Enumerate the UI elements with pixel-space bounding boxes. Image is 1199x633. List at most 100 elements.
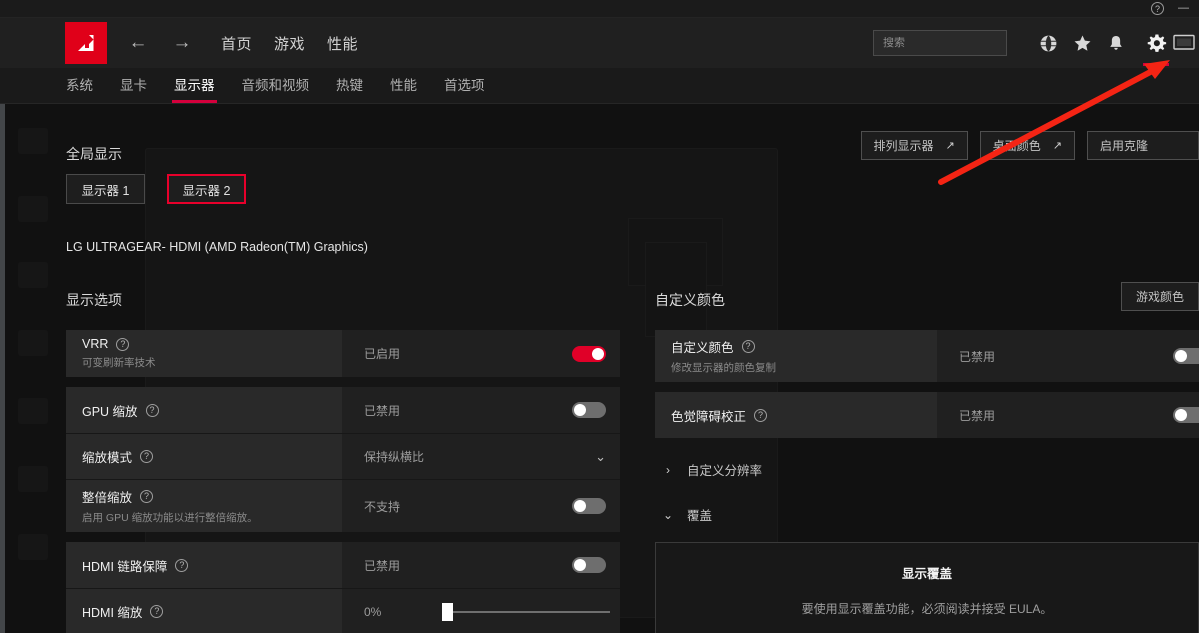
hdmi-card: HDMI 链路保障 ? 已禁用 HDMI 缩放 ?	[66, 542, 620, 633]
tab-graphics[interactable]: 显卡	[120, 74, 147, 103]
monitor-selector: 显示器 1 显示器 2	[66, 174, 246, 204]
external-link-icon: ↗	[1053, 139, 1062, 152]
row-hdmi-link-assurance-label-cell: HDMI 链路保障 ?	[66, 542, 342, 588]
help-circle-icon[interactable]: ?	[140, 490, 153, 503]
search-input[interactable]	[883, 37, 1025, 49]
row-vrr-toggle[interactable]	[572, 346, 606, 362]
bell-icon[interactable]	[1099, 19, 1133, 67]
row-gpu-scaling-value: 已禁用	[364, 402, 400, 419]
custom-colors-title: 自定义颜色	[655, 290, 1199, 310]
device-name-label: LG ULTRAGEAR- HDMI (AMD Radeon(TM) Graph…	[66, 240, 368, 254]
row-color-deficiency-toggle[interactable]	[1173, 407, 1199, 423]
help-circle-icon[interactable]: ?	[175, 559, 188, 572]
row-hdmi-scaling-label: HDMI 缩放	[82, 602, 142, 621]
row-hdmi-link-assurance[interactable]: HDMI 链路保障 ? 已禁用	[66, 542, 620, 588]
enable-clone-button[interactable]: 启用克隆	[1087, 131, 1199, 160]
help-circle-icon[interactable]: ?	[150, 605, 163, 618]
display-icon[interactable]	[1173, 19, 1199, 67]
row-integer-scaling-label: 整倍缩放	[82, 487, 132, 506]
monitor-button-1[interactable]: 显示器 1	[66, 174, 145, 204]
accordion-custom-resolution-label: 自定义分辨率	[687, 460, 762, 479]
row-color-deficiency[interactable]: 色觉障碍校正 ? 已禁用	[655, 392, 1199, 438]
row-scaling-mode-value-cell[interactable]: 保持纵横比 ⌄	[342, 434, 620, 479]
row-hdmi-link-assurance-toggle[interactable]	[572, 557, 606, 573]
row-color-deficiency-label: 色觉障碍校正	[671, 406, 746, 425]
row-custom-color[interactable]: 自定义颜色 ? 修改显示器的颜色复制 已禁用	[655, 330, 1199, 382]
row-gpu-scaling-toggle[interactable]	[572, 402, 606, 418]
row-hdmi-link-assurance-label: HDMI 链路保障	[82, 556, 167, 575]
window-titlebar: ? —	[0, 0, 1199, 18]
help-circle-icon[interactable]: ?	[754, 409, 767, 422]
sub-tab-bar: 系统 显卡 显示器 音频和视频 热键 性能 首选项	[0, 68, 1199, 104]
accordion-custom-resolution[interactable]: › 自定义分辨率	[663, 460, 1199, 479]
row-scaling-mode-label-cell: 缩放模式 ?	[66, 434, 342, 479]
display-options-title: 显示选项	[66, 290, 620, 310]
forward-button[interactable]: →	[165, 26, 199, 60]
accordion-overlay-label: 覆盖	[687, 505, 712, 524]
row-hdmi-link-assurance-value-cell: 已禁用	[342, 542, 620, 588]
display-overlay-panel: 显示覆盖 要使用显示覆盖功能，必须阅读并接受 EULA。	[655, 542, 1199, 633]
custom-color-card: 自定义颜色 ? 修改显示器的颜色复制 已禁用	[655, 330, 1199, 382]
arrange-displays-label: 排列显示器	[874, 137, 934, 154]
tab-preferences[interactable]: 首选项	[444, 74, 485, 103]
star-icon[interactable]	[1065, 19, 1099, 67]
hdmi-scaling-slider[interactable]	[442, 605, 610, 619]
row-hdmi-scaling-value: 0%	[364, 605, 381, 619]
chevron-down-icon[interactable]: ⌄	[595, 449, 606, 465]
color-deficiency-card: 色觉障碍校正 ? 已禁用	[655, 392, 1199, 438]
row-gpu-scaling-label-cell: GPU 缩放 ?	[66, 387, 342, 433]
tab-system[interactable]: 系统	[66, 74, 93, 103]
row-integer-scaling-toggle[interactable]	[572, 498, 606, 514]
row-integer-scaling-sublabel: 启用 GPU 缩放功能以进行整倍缩放。	[82, 510, 342, 525]
row-scaling-mode[interactable]: 缩放模式 ? 保持纵横比 ⌄	[66, 433, 620, 479]
game-color-button[interactable]: 游戏颜色	[1121, 282, 1199, 311]
desktop-color-button[interactable]: 桌面颜色 ↗	[980, 131, 1075, 160]
row-custom-color-toggle[interactable]	[1173, 348, 1199, 364]
row-color-deficiency-value-cell: 已禁用	[937, 392, 1199, 438]
display-options-column: 显示选项 VRR ? 可变刷新率技术 已启用	[66, 290, 620, 633]
overlay-panel-title: 显示覆盖	[656, 563, 1198, 582]
arrange-displays-button[interactable]: 排列显示器 ↗	[861, 131, 968, 160]
page-title: 全局显示	[66, 144, 122, 164]
row-color-deficiency-value: 已禁用	[959, 407, 995, 424]
global-action-buttons: 排列显示器 ↗ 桌面颜色 ↗ 启用克隆	[861, 131, 1199, 160]
tab-hotkeys[interactable]: 热键	[336, 74, 363, 103]
help-circle-icon[interactable]: ?	[742, 340, 755, 353]
main-content: 全局显示 排列显示器 ↗ 桌面颜色 ↗ 启用克隆 显示器 1 显示器 2 LG …	[0, 104, 1199, 633]
custom-colors-column: 自定义颜色 游戏颜色 自定义颜色 ? 修改显示器的颜色复制 已禁用	[655, 290, 1199, 633]
row-integer-scaling-value: 不支持	[364, 498, 400, 515]
back-button[interactable]: ←	[121, 26, 155, 60]
nav-link-home[interactable]: 首页	[221, 33, 252, 54]
accordion-overlay[interactable]: ⌄ 覆盖	[663, 505, 1199, 524]
gear-icon[interactable]	[1139, 19, 1173, 67]
tab-display[interactable]: 显示器	[174, 74, 215, 103]
scaling-card: GPU 缩放 ? 已禁用 缩放模式 ?	[66, 387, 620, 532]
tab-performance[interactable]: 性能	[390, 74, 417, 103]
row-gpu-scaling[interactable]: GPU 缩放 ? 已禁用	[66, 387, 620, 433]
nav-link-performance[interactable]: 性能	[327, 33, 358, 54]
slider-thumb[interactable]	[442, 603, 453, 621]
row-scaling-mode-label: 缩放模式	[82, 447, 132, 466]
enable-clone-label: 启用克隆	[1100, 137, 1148, 154]
help-circle-icon[interactable]: ?	[140, 450, 153, 463]
globe-icon[interactable]	[1031, 19, 1065, 67]
amd-logo[interactable]	[65, 22, 107, 64]
tab-audio-video[interactable]: 音频和视频	[242, 74, 310, 103]
row-scaling-mode-value: 保持纵横比	[364, 448, 424, 465]
help-circle-icon[interactable]: ?	[146, 404, 159, 417]
vrr-card: VRR ? 可变刷新率技术 已启用	[66, 330, 620, 377]
row-custom-color-sublabel: 修改显示器的颜色复制	[671, 360, 937, 375]
row-vrr[interactable]: VRR ? 可变刷新率技术 已启用	[66, 330, 620, 377]
row-integer-scaling[interactable]: 整倍缩放 ? 启用 GPU 缩放功能以进行整倍缩放。 不支持	[66, 479, 620, 532]
next-card-peek	[66, 623, 620, 633]
nav-link-gaming[interactable]: 游戏	[274, 33, 305, 54]
amd-adrenalin-window: ? — ← → 首页 游戏 性能	[0, 0, 1199, 633]
monitor-button-2[interactable]: 显示器 2	[167, 174, 246, 204]
minimize-button[interactable]: —	[1178, 3, 1189, 14]
help-circle-icon[interactable]: ?	[1151, 2, 1164, 15]
help-circle-icon[interactable]: ?	[116, 338, 129, 351]
row-gpu-scaling-label: GPU 缩放	[82, 401, 138, 420]
row-vrr-value: 已启用	[364, 345, 400, 362]
row-vrr-label-cell: VRR ? 可变刷新率技术	[66, 330, 342, 377]
search-box[interactable]	[873, 30, 1007, 56]
